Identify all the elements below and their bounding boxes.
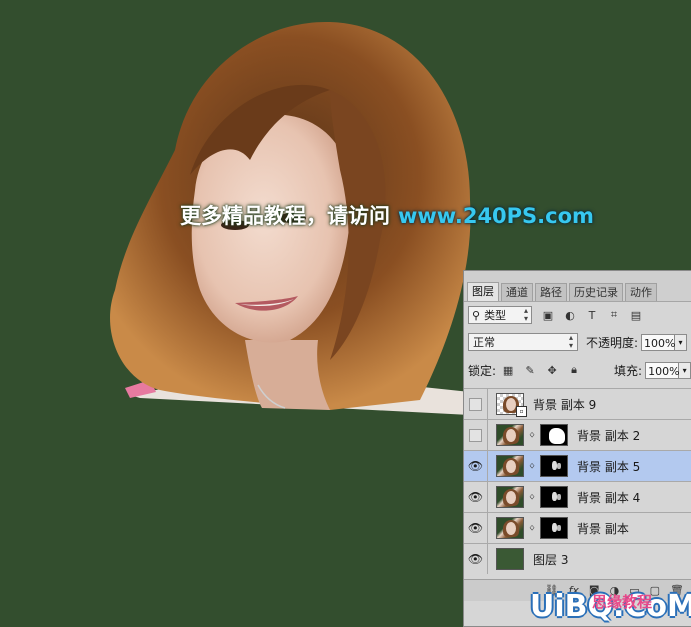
kind-filter-value: 类型 <box>484 309 507 322</box>
layer-row-selected[interactable]: 👁︎ ᛜ 背景 副本 5 <box>464 450 691 481</box>
layer-row[interactable]: ▫ 背景 副本 9 <box>464 388 691 419</box>
eye-icon: 👁︎ <box>467 552 484 566</box>
layer-row[interactable]: 👁︎ 图层 3 <box>464 543 691 574</box>
layer-mask-thumbnail[interactable] <box>540 455 568 477</box>
lock-all-icon[interactable]: 🔒︎ <box>568 363 580 376</box>
type-filter-icon[interactable]: T <box>586 309 598 322</box>
lock-transparent-icon[interactable]: ▦ <box>502 364 514 377</box>
layer-thumbnail <box>496 455 524 477</box>
mask-link-icon[interactable]: ᛜ <box>527 491 537 504</box>
layer-thumbnail <box>496 486 524 508</box>
opacity-dropdown-icon[interactable]: ▾ <box>675 333 688 351</box>
layer-name[interactable]: 背景 副本 4 <box>577 489 640 506</box>
watermark-text: 更多精品教程，请访问 www.240PS.com <box>180 200 594 230</box>
layer-row[interactable]: 👁︎ ᛜ 背景 副本 <box>464 512 691 543</box>
visibility-toggle[interactable] <box>464 389 488 419</box>
layer-thumbnail <box>496 548 524 570</box>
eye-icon: 👁︎ <box>467 521 484 535</box>
tab-history[interactable]: 历史记录 <box>569 283 623 301</box>
layer-name[interactable]: 背景 副本 5 <box>577 458 640 475</box>
layer-list: ▫ 背景 副本 9 ᛜ 背景 副本 2 👁︎ ᛜ 背景 副本 5 👁︎ ᛜ 背景… <box>464 388 691 574</box>
visibility-toggle[interactable]: 👁︎ <box>464 482 488 512</box>
layers-panel: 图层 通道 路径 历史记录 动作 ⚲ 类型 ▴ ▾ ▣ ◐ T ⌗ ▤ 正常 ▴ ▾… <box>463 270 691 627</box>
fill-field[interactable]: 100% <box>645 361 680 379</box>
blend-mode-value: 正常 <box>473 336 495 349</box>
lock-pixels-icon[interactable]: ✎ <box>524 364 536 377</box>
fill-label: 填充: <box>614 363 643 378</box>
visibility-off-icon <box>469 397 482 411</box>
visibility-toggle[interactable] <box>464 420 488 450</box>
eye-icon: 👁︎ <box>467 459 484 473</box>
updown-arrows-icon: ▴ ▾ <box>523 306 528 323</box>
eye-icon: 👁︎ <box>467 490 484 504</box>
layer-row[interactable]: 👁︎ ᛜ 背景 副本 4 <box>464 481 691 512</box>
filter-icons: ▣ ◐ T ⌗ ▤ <box>542 308 642 322</box>
watermark-cn: 更多精品教程，请访问 <box>180 204 390 228</box>
visibility-off-icon <box>469 428 482 442</box>
mask-link-icon[interactable]: ᛜ <box>527 460 537 473</box>
lock-position-icon[interactable]: ✥ <box>546 364 558 377</box>
layer-thumbnail <box>496 517 524 539</box>
opacity-label: 不透明度: <box>586 335 639 350</box>
tab-actions[interactable]: 动作 <box>625 283 657 301</box>
fill-dropdown-icon[interactable]: ▾ <box>679 361 691 379</box>
layer-mask-thumbnail[interactable] <box>540 486 568 508</box>
lock-row: 锁定: ▦ ✎ ✥ 🔒︎ 填充: 100% ▾ <box>468 359 691 381</box>
layer-mask-thumbnail[interactable] <box>540 424 568 446</box>
layer-name[interactable]: 背景 副本 9 <box>533 396 596 413</box>
layer-mask-thumbnail[interactable] <box>540 517 568 539</box>
tab-layers[interactable]: 图层 <box>467 282 499 301</box>
layer-name[interactable]: 背景 副本 2 <box>577 427 640 444</box>
kind-filter-select[interactable]: ⚲ 类型 ▴ ▾ <box>468 306 532 324</box>
image-filter-icon[interactable]: ▣ <box>542 309 554 322</box>
mask-link-icon[interactable]: ᛜ <box>527 522 537 535</box>
visibility-toggle[interactable]: 👁︎ <box>464 544 488 574</box>
visibility-toggle[interactable]: 👁︎ <box>464 513 488 543</box>
layer-name[interactable]: 背景 副本 <box>577 520 629 537</box>
panel-tabs: 图层 通道 路径 历史记录 动作 <box>464 271 691 302</box>
opacity-field[interactable]: 100% <box>641 333 676 351</box>
updown-arrows-icon: ▴ ▾ <box>568 333 573 350</box>
site-logo-cn: 思缘教程 <box>592 593 653 611</box>
site-logo: UiBQ.CoM 思缘教程 <box>530 588 691 624</box>
smart-object-filter-icon[interactable]: ▤ <box>630 309 642 322</box>
lock-icons: ▦ ✎ ✥ 🔒︎ <box>502 363 580 377</box>
adjustment-filter-icon[interactable]: ◐ <box>564 309 576 322</box>
lock-label: 锁定: <box>468 363 497 378</box>
blend-row: 正常 ▴ ▾ 不透明度: 100% ▾ <box>468 331 688 353</box>
layer-name[interactable]: 图层 3 <box>533 551 568 568</box>
layer-thumbnail <box>496 424 524 446</box>
smart-object-badge-icon: ▫ <box>516 406 527 417</box>
filter-row: ⚲ 类型 ▴ ▾ ▣ ◐ T ⌗ ▤ <box>468 304 642 326</box>
tab-channels[interactable]: 通道 <box>501 283 533 301</box>
search-icon: ⚲ <box>472 308 481 322</box>
visibility-toggle[interactable]: 👁︎ <box>464 451 488 481</box>
layer-row[interactable]: ᛜ 背景 副本 2 <box>464 419 691 450</box>
mask-link-icon[interactable]: ᛜ <box>527 429 537 442</box>
tab-paths[interactable]: 路径 <box>535 283 567 301</box>
watermark-url: www.240PS.com <box>398 204 594 228</box>
blend-mode-select[interactable]: 正常 ▴ ▾ <box>468 333 578 351</box>
shape-filter-icon[interactable]: ⌗ <box>608 308 620 321</box>
